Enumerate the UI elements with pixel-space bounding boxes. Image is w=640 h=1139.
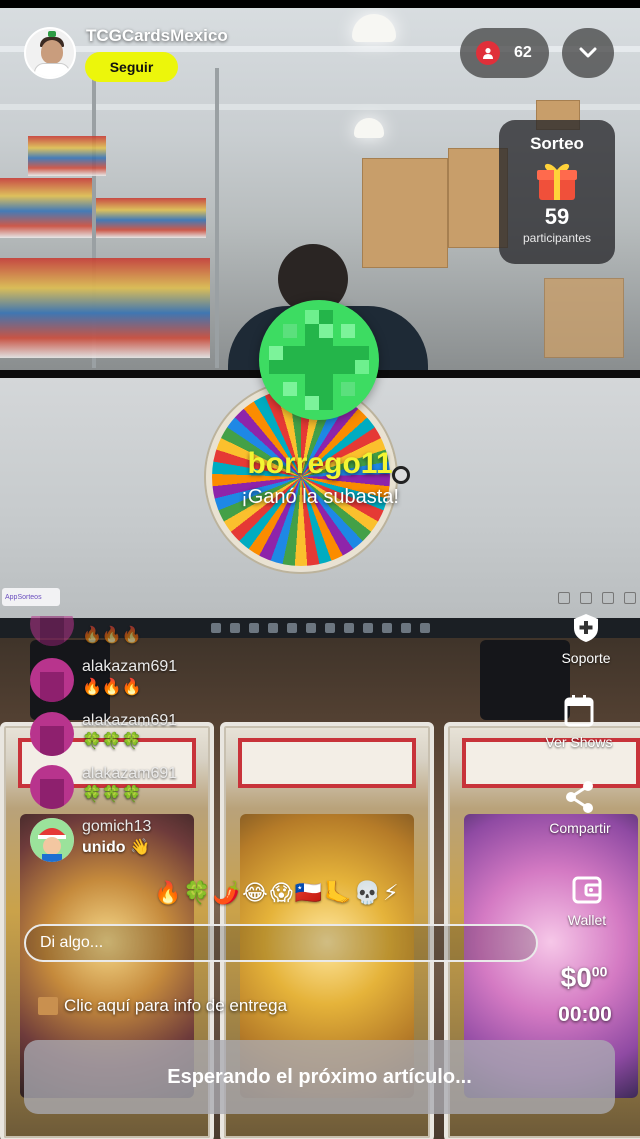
- host-avatar[interactable]: [24, 27, 76, 79]
- user-icon: [476, 41, 500, 65]
- chat-text: unido 👋: [82, 839, 150, 856]
- chat-message: alakazam691 🍀🍀🍀: [30, 712, 177, 760]
- follow-button[interactable]: Seguir: [85, 52, 178, 82]
- gift-icon: [535, 158, 579, 202]
- raffle-card[interactable]: Sorteo 59 participantes: [499, 120, 615, 264]
- chat-text: 🍀🍀🍀: [82, 786, 142, 803]
- overlay-app-logo: AppSorteos: [2, 588, 60, 606]
- support-button[interactable]: Soporte: [536, 612, 636, 666]
- ceiling-lamp: [352, 14, 396, 42]
- waiting-next-item: Esperando el próximo artículo...: [24, 1040, 615, 1114]
- shelf-rail: [215, 68, 219, 368]
- package-icon: [38, 997, 58, 1015]
- raffle-count: 59: [544, 204, 570, 229]
- status-strip: [0, 0, 640, 8]
- support-label: Soporte: [561, 650, 611, 666]
- raffle-title: Sorteo: [530, 134, 584, 153]
- chat-avatar[interactable]: [30, 712, 74, 756]
- volume-icon: [624, 592, 636, 604]
- shows-button[interactable]: Ver Shows: [529, 694, 629, 750]
- chevron-down-icon: [579, 47, 597, 58]
- viewer-count[interactable]: 62: [460, 28, 549, 78]
- clover-badge: [259, 300, 379, 420]
- chat-avatar[interactable]: [30, 765, 74, 809]
- trophy-icon: [580, 592, 592, 604]
- chat-input[interactable]: Di algo...: [24, 924, 538, 962]
- chat-text: 🔥🔥🔥: [82, 627, 142, 644]
- chat-username[interactable]: alakazam691: [82, 658, 177, 676]
- wallet-button[interactable]: Wallet: [537, 874, 637, 928]
- shows-label: Ver Shows: [545, 734, 613, 750]
- waiting-label: Esperando el próximo artículo...: [167, 1065, 472, 1088]
- chat-message-faded: 🔥🔥🔥: [30, 616, 142, 652]
- share-button[interactable]: Compartir: [530, 780, 630, 836]
- current-price: $000: [552, 962, 616, 994]
- cardboard-boxes: [362, 158, 448, 268]
- delivery-info-link[interactable]: Clic aquí para info de entrega: [38, 996, 287, 1016]
- chat-message: gomich13 unido 👋: [30, 818, 151, 866]
- quick-reactions[interactable]: 🔥🍀🌶️😂😱🇨🇱🦶💀⚡: [154, 880, 400, 906]
- shield-plus-icon: [574, 614, 598, 642]
- wallet-icon: [572, 876, 602, 904]
- product-shelf: [96, 198, 206, 238]
- winner-name: borrego11: [247, 447, 393, 480]
- cardboard-boxes: [544, 278, 624, 358]
- chat-username[interactable]: alakazam691: [82, 712, 177, 730]
- fullscreen-icon: [558, 592, 570, 604]
- chat-avatar[interactable]: [30, 818, 74, 862]
- viewer-count-value: 62: [514, 44, 532, 61]
- product-shelf: [0, 178, 92, 238]
- chat-username[interactable]: gomich13: [82, 818, 151, 836]
- chat-username[interactable]: alakazam691: [82, 765, 177, 783]
- share-label: Compartir: [549, 820, 611, 836]
- product-shelf: [28, 136, 106, 176]
- calendar-icon: [564, 695, 594, 727]
- chat-avatar: [30, 616, 74, 646]
- winner-message: ¡Ganó la subasta!: [241, 486, 399, 508]
- overlay-controls: [558, 592, 636, 604]
- chat-message: alakazam691 🔥🔥🔥: [30, 658, 177, 706]
- raffle-subtitle: participantes: [522, 231, 592, 245]
- wallet-label: Wallet: [567, 912, 607, 928]
- price-cents: 00: [591, 963, 608, 980]
- product-shelf: [0, 258, 210, 358]
- chat-avatar[interactable]: [30, 658, 74, 702]
- gift-icon: [602, 592, 614, 604]
- chat-text: 🍀🍀🍀: [82, 733, 142, 750]
- auction-timer: 00:00: [558, 1003, 612, 1026]
- chat-text: 🔥🔥🔥: [82, 679, 142, 696]
- share-icon: [566, 781, 593, 813]
- chat-message: alakazam691 🍀🍀🍀: [30, 765, 177, 813]
- host-name[interactable]: TCGCardsMexico: [86, 26, 228, 46]
- collapse-button[interactable]: [562, 28, 614, 78]
- delivery-info-text: Clic aquí para info de entrega: [64, 996, 288, 1015]
- ceiling-lamp: [354, 118, 384, 138]
- overlay-app-logo-text: AppSorteos: [5, 593, 42, 601]
- price-main: $0: [560, 962, 592, 993]
